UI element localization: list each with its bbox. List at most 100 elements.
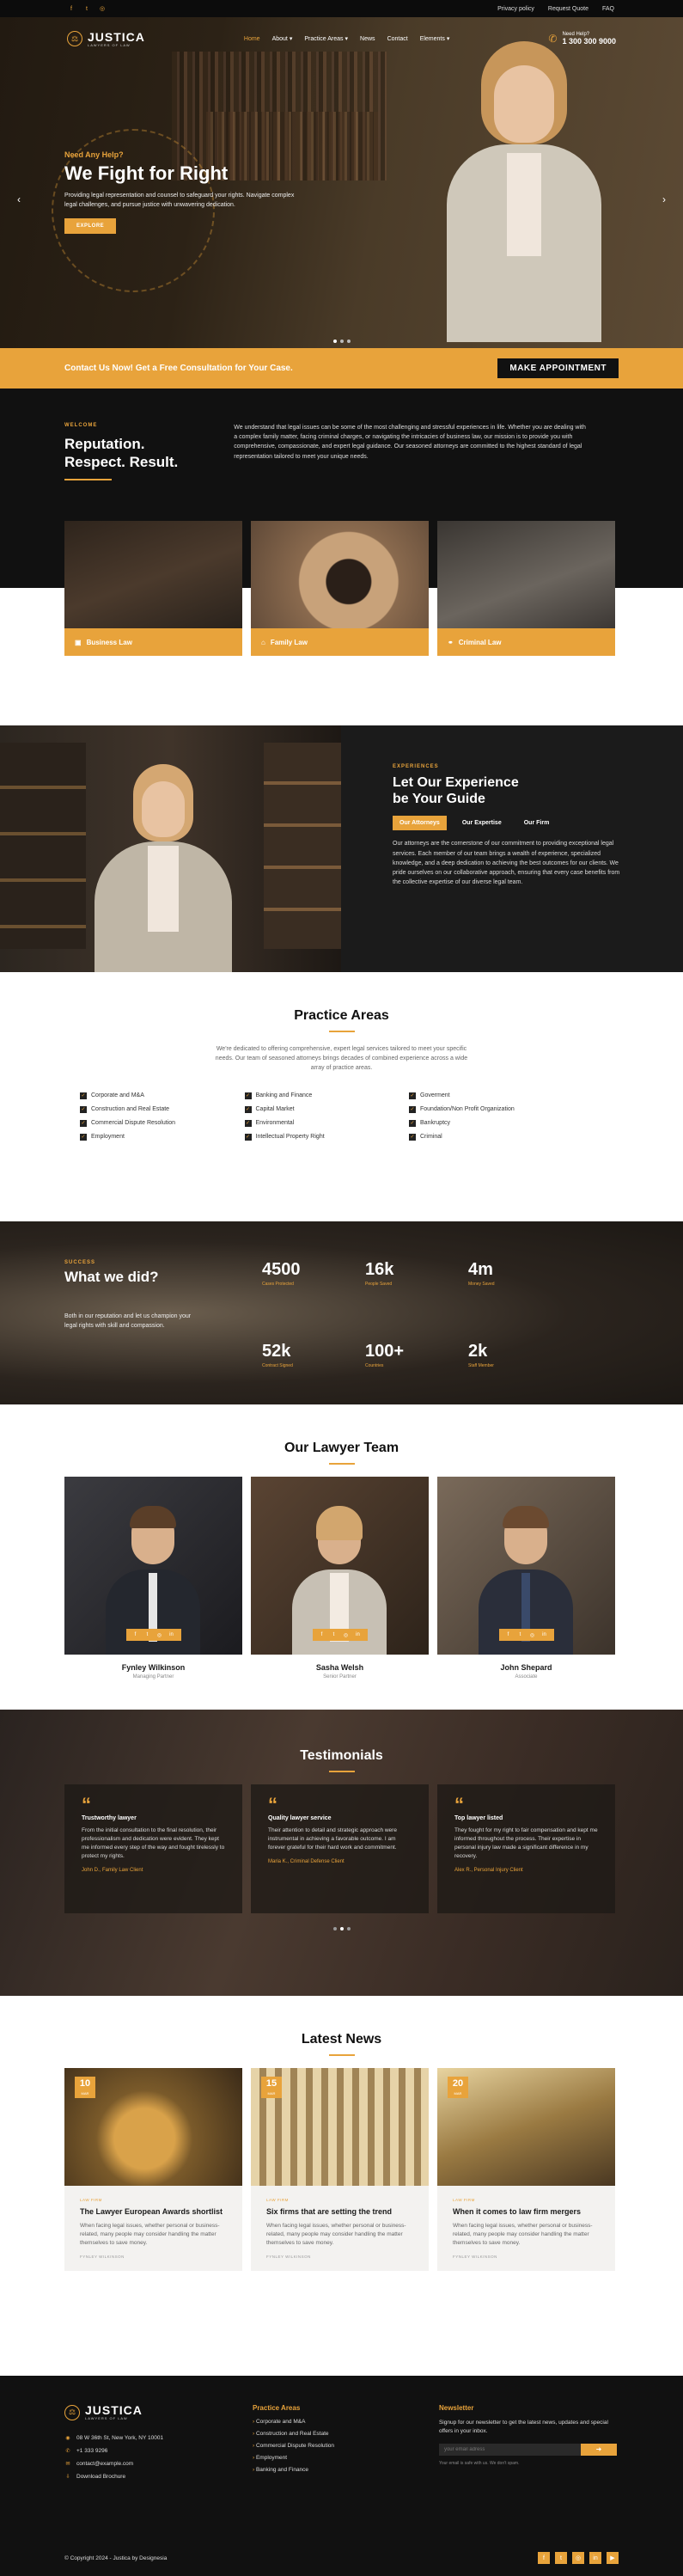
divider xyxy=(328,1771,355,1772)
nav-item-about[interactable]: About ▾ xyxy=(272,35,293,43)
instagram-icon[interactable]: ◎ xyxy=(528,1631,537,1639)
team-member[interactable]: f t ◎ in John Shepard Associate xyxy=(437,1477,615,1680)
footer-contact: ◉ 08 W 36th St, New York, NY 10001 ✆ +1 33… xyxy=(64,2434,253,2480)
team-member[interactable]: f t ◎ in Fynley Wilkinson Managing Partner xyxy=(64,1477,242,1680)
make-appointment-button[interactable]: MAKE APPOINTMENT xyxy=(497,358,619,378)
nav-item-home[interactable]: Home xyxy=(244,35,260,42)
practice-item[interactable]: ✓ Foundation/Non Profit Organization xyxy=(409,1105,559,1113)
faq-link[interactable]: FAQ xyxy=(602,6,614,12)
practice-item[interactable]: ✓ Corporate and M&A xyxy=(80,1092,230,1099)
slider-dot[interactable] xyxy=(339,340,344,343)
help-phone[interactable]: ✆ Need Help? 1 300 300 9000 xyxy=(548,32,616,46)
footer-link[interactable]: Construction and Real Estate xyxy=(253,2431,439,2437)
area-card-criminal-law[interactable]: ⚭ Criminal Law xyxy=(437,521,615,656)
news-card[interactable]: 20 MAR LAW FIRM When it comes to law firm… xyxy=(437,2068,615,2272)
footer-link[interactable]: Commercial Dispute Resolution xyxy=(253,2443,439,2449)
facebook-icon[interactable]: f xyxy=(67,4,76,13)
instagram-icon[interactable]: ◎ xyxy=(342,1631,351,1639)
practice-item[interactable]: ✓ Commercial Dispute Resolution xyxy=(80,1119,230,1127)
nav-item-practice-areas[interactable]: Practice Areas ▾ xyxy=(304,35,348,43)
area-card-business-law[interactable]: ▣ Business Law xyxy=(64,521,242,656)
news-title[interactable]: When it comes to law firm mergers xyxy=(453,2207,600,2217)
footer-logo[interactable]: ⚖ JUSTICA LAWYERS OF LAW xyxy=(64,2404,253,2420)
slider-dot[interactable] xyxy=(332,340,337,343)
hero-title: We Fight for Right xyxy=(64,162,229,184)
footer-phone[interactable]: ✆ +1 333 9296 xyxy=(64,2447,253,2454)
member-name: John Shepard xyxy=(500,1663,552,1672)
handcuffs-icon: ⚭ xyxy=(448,638,454,646)
twitter-icon[interactable]: t xyxy=(82,4,91,13)
facebook-icon[interactable]: f xyxy=(538,2552,550,2564)
team-member[interactable]: f t ◎ in Sasha Welsh Senior Partner xyxy=(251,1477,429,1680)
footer-brochure[interactable]: ⇩ Download Brochure xyxy=(64,2473,253,2480)
tab-our-attorneys[interactable]: Our Attorneys xyxy=(393,816,447,831)
slider-dot[interactable] xyxy=(346,340,351,343)
instagram-icon[interactable]: ◎ xyxy=(156,1631,164,1639)
news-title[interactable]: The Lawyer European Awards shortlist xyxy=(80,2207,227,2217)
twitter-icon[interactable]: t xyxy=(330,1631,338,1639)
news-category: LAW FIRM xyxy=(453,2198,475,2202)
slider-prev-arrow-icon[interactable]: ‹ xyxy=(17,193,21,205)
tab-our-firm[interactable]: Our Firm xyxy=(517,816,557,830)
stat-item: 4m Money Saved xyxy=(468,1260,495,1287)
footer-email[interactable]: ✉ contact@example.com xyxy=(64,2460,253,2467)
practice-item[interactable]: ✓ Capital Market xyxy=(244,1105,395,1113)
youtube-icon[interactable]: ▶ xyxy=(607,2552,619,2564)
twitter-icon[interactable]: t xyxy=(555,2552,567,2564)
consultation-banner: Contact Us Now! Get a Free Consultation … xyxy=(0,348,683,389)
slider-next-arrow-icon[interactable]: › xyxy=(662,193,666,205)
download-icon: ⇩ xyxy=(65,2474,70,2480)
instagram-icon[interactable]: ◎ xyxy=(98,4,107,13)
linkedin-icon[interactable]: in xyxy=(354,1631,363,1639)
carousel-dot[interactable] xyxy=(332,1927,337,1930)
privacy-policy-link[interactable]: Privacy policy xyxy=(497,6,534,12)
newsletter-submit-button[interactable]: ➜ xyxy=(580,2443,617,2456)
testimonial-text: They fought for my right to fair compens… xyxy=(454,1826,598,1859)
linkedin-icon[interactable]: in xyxy=(589,2552,601,2564)
stats-title: What we did? xyxy=(64,1269,159,1285)
footer-link[interactable]: Corporate and M&A xyxy=(253,2419,439,2425)
news-card[interactable]: 15 MAR LAW FIRM Six firms that are settin… xyxy=(251,2068,429,2272)
practice-item[interactable]: ✓ Intellectual Property Right xyxy=(244,1133,395,1141)
request-quote-link[interactable]: Request Quote xyxy=(548,6,588,12)
newsletter-email-input[interactable] xyxy=(438,2443,581,2456)
practice-item[interactable]: ✓ Banking and Finance xyxy=(244,1092,395,1099)
explore-button[interactable]: EXPLORE xyxy=(64,218,117,234)
nav-item-contact[interactable]: Contact xyxy=(387,35,408,42)
news-title[interactable]: Six firms that are setting the trend xyxy=(266,2207,413,2217)
stats-text: Both in our reputation and let us champi… xyxy=(64,1313,192,1330)
check-icon: ✓ xyxy=(80,1133,87,1141)
practice-item[interactable]: ✓ Environmental xyxy=(244,1119,395,1127)
instagram-icon[interactable]: ◎ xyxy=(572,2552,584,2564)
footer-link[interactable]: Banking and Finance xyxy=(253,2467,439,2473)
privacy-note: Your email is safe with us. We don't spa… xyxy=(438,2460,520,2466)
linkedin-icon[interactable]: in xyxy=(540,1631,549,1639)
area-card-family-law[interactable]: ⌂ Family Law xyxy=(251,521,429,656)
testimonial-text: From the initial consultation to the fin… xyxy=(82,1826,225,1859)
facebook-icon[interactable]: f xyxy=(504,1631,513,1639)
footer-practice-title: Practice Areas xyxy=(252,2404,301,2412)
practice-item[interactable]: ✓ Construction and Real Estate xyxy=(80,1105,230,1113)
footer-link[interactable]: Employment xyxy=(253,2455,439,2461)
news-card[interactable]: 10 MAR LAW FIRM The Lawyer European Award… xyxy=(64,2068,242,2272)
testimonial-dots xyxy=(0,1927,683,1930)
facebook-icon[interactable]: f xyxy=(318,1631,326,1639)
carousel-dot[interactable] xyxy=(346,1927,351,1930)
practice-item[interactable]: ✓ Bankruptcy xyxy=(409,1119,559,1127)
twitter-icon[interactable]: t xyxy=(516,1631,525,1639)
tab-our-expertise[interactable]: Our Expertise xyxy=(455,816,509,830)
practice-item[interactable]: ✓ Goverment xyxy=(409,1092,559,1099)
facebook-icon[interactable]: f xyxy=(131,1631,140,1639)
experience-kicker: EXPERIENCES xyxy=(393,764,439,769)
carousel-dot[interactable] xyxy=(339,1927,344,1930)
nav-item-elements[interactable]: Elements ▾ xyxy=(420,35,450,43)
check-icon: ✓ xyxy=(409,1133,416,1141)
linkedin-icon[interactable]: in xyxy=(168,1631,176,1639)
site-logo[interactable]: ⚖ JUSTICA LAWYERS OF LAW xyxy=(67,31,145,47)
practice-item[interactable]: ✓ Employment xyxy=(80,1133,230,1141)
experience-title: Let Our Experience be Your Guide xyxy=(393,775,519,807)
twitter-icon[interactable]: t xyxy=(143,1631,152,1639)
footer-practice-links: Corporate and M&A Construction and Real … xyxy=(253,2419,439,2473)
practice-item[interactable]: ✓ Criminal xyxy=(409,1133,559,1141)
nav-item-news[interactable]: News xyxy=(360,35,375,42)
